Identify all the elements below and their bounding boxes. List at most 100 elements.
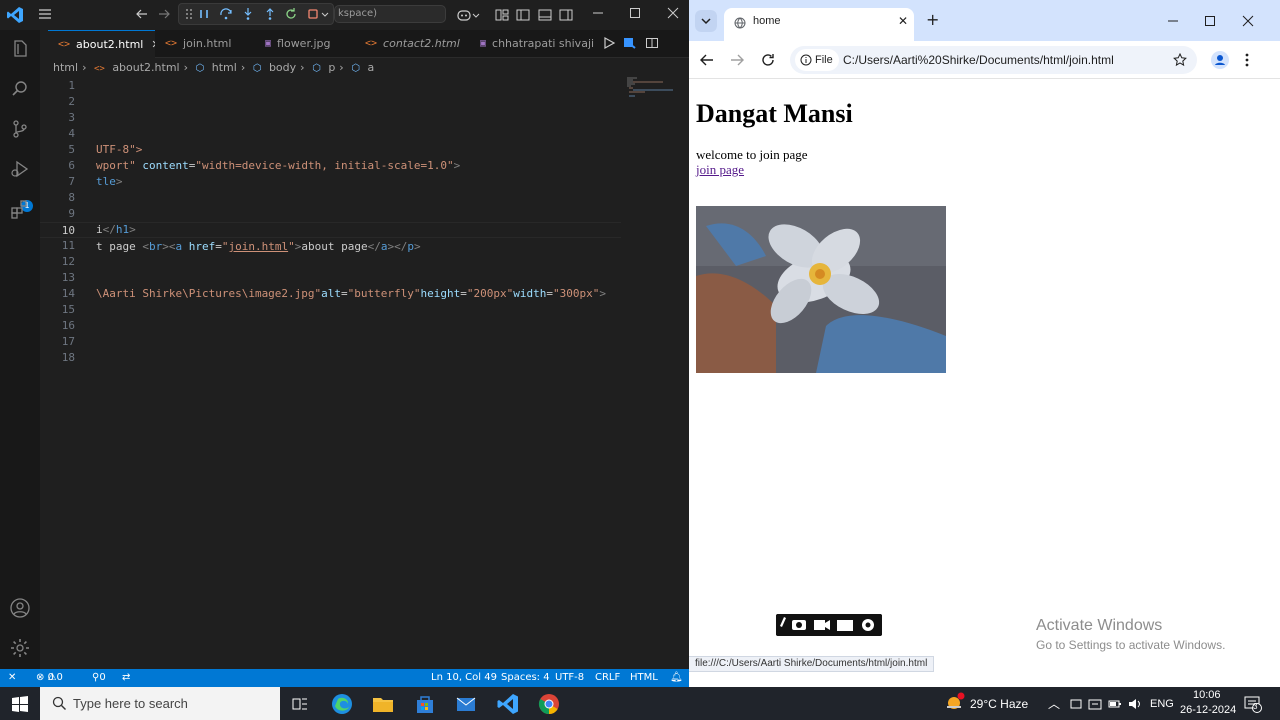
breadcrumb-item[interactable]: html <box>53 61 78 74</box>
battery-icon[interactable] <box>1108 697 1122 711</box>
tab-flower-jpg[interactable]: ▣ flower.jpg <box>255 30 355 58</box>
tab-contact2-html[interactable]: <> contact2.html <box>355 30 470 58</box>
chevron-down-icon[interactable] <box>321 7 329 21</box>
mail-icon[interactable] <box>454 692 478 716</box>
onedrive-icon[interactable] <box>1069 697 1083 711</box>
eol-setting[interactable]: CRLF <box>595 669 620 687</box>
toggle-panel-icon[interactable] <box>537 7 553 23</box>
step-into-icon[interactable] <box>241 7 255 21</box>
toggle-secondary-sidebar-icon[interactable] <box>558 7 574 23</box>
notifications-bell-icon[interactable]: 🔔︎ <box>670 669 683 687</box>
clock-time[interactable]: 10:06 <box>1193 689 1221 701</box>
bookmark-star-icon[interactable] <box>1173 53 1187 67</box>
maximize-icon[interactable] <box>628 6 642 20</box>
menu-icon[interactable] <box>37 6 53 22</box>
forward-arrow-icon[interactable] <box>729 52 745 68</box>
indentation-setting[interactable]: Spaces: 4 <box>501 669 550 687</box>
video-camera-icon <box>814 620 830 630</box>
step-out-icon[interactable] <box>263 7 277 21</box>
join-page-link[interactable]: join page <box>696 162 744 178</box>
command-center-search[interactable]: kspace) <box>334 5 446 23</box>
line-number: 16 <box>61 319 75 332</box>
cursor-position[interactable]: Ln 10, Col 49 <box>431 669 497 687</box>
show-hidden-icons-chevron-icon[interactable]: ︿ <box>1048 695 1060 712</box>
code-line: 7 <box>40 174 621 190</box>
clock-date[interactable]: 26-12-2024 <box>1180 704 1236 716</box>
stop-icon[interactable] <box>306 7 320 21</box>
windows-start-icon[interactable] <box>12 696 28 712</box>
symbol-element-icon: ⬡ <box>195 63 205 74</box>
minimize-icon[interactable] <box>1166 14 1180 28</box>
breadcrumb-item[interactable]: about2.html <box>112 61 179 74</box>
code-editor[interactable]: 1 2 3 4 UTF-8"> 5 wport" content="width=… <box>40 78 621 669</box>
weather-sun-icon[interactable] <box>945 692 965 712</box>
close-tab-icon[interactable]: ✕ <box>898 14 908 28</box>
tab-about2-html[interactable]: <> about2.html ✕ <box>48 30 155 58</box>
address-bar[interactable]: File C:/Users/Aarti%20Shirke/Documents/h… <box>790 46 1197 74</box>
breadcrumb-item[interactable]: p <box>328 61 335 74</box>
settings-gear-icon[interactable] <box>9 637 31 659</box>
drag-handle-icon[interactable] <box>182 7 196 21</box>
chrome-window: home ✕ + File C:/Users/Aarti%20Shirke/Do… <box>689 0 1280 687</box>
vscode-taskbar-icon[interactable] <box>496 692 520 716</box>
tab-search-chevron-icon[interactable] <box>695 10 717 32</box>
split-editor-icon[interactable] <box>645 36 659 50</box>
chrome-taskbar-icon[interactable] <box>537 692 561 716</box>
search-icon[interactable] <box>9 78 31 100</box>
breadcrumb-item[interactable]: body <box>269 61 296 74</box>
code-line: 1 <box>40 78 621 94</box>
close-icon[interactable] <box>1241 14 1255 28</box>
screen-capture-toolbar[interactable] <box>776 614 882 636</box>
volume-icon[interactable] <box>1128 697 1142 711</box>
step-over-icon[interactable] <box>219 7 233 21</box>
line-number: 1 <box>68 79 75 92</box>
breadcrumb-item[interactable]: a <box>367 61 374 74</box>
meet-now-icon[interactable] <box>1088 697 1102 711</box>
toggle-sidebar-icon[interactable] <box>515 7 531 23</box>
taskbar-search-box[interactable]: Type here to search <box>40 687 280 720</box>
more-menu-icon[interactable] <box>1244 51 1250 69</box>
reload-icon[interactable] <box>760 52 776 68</box>
run-file-icon[interactable] <box>602 36 616 50</box>
line-number: 17 <box>61 335 75 348</box>
live-share-icon[interactable]: ⇄ <box>122 669 130 687</box>
language-mode[interactable]: HTML <box>630 669 658 687</box>
encoding-setting[interactable]: UTF-8 <box>555 669 584 687</box>
chevron-down-icon[interactable] <box>472 7 480 23</box>
weather-temperature[interactable]: 29°C Haze <box>970 697 1028 711</box>
code-line: 13 \Aarti Shirke\Pictures\image2.jpg"alt… <box>40 270 621 300</box>
copilot-icon[interactable] <box>456 7 472 23</box>
close-icon[interactable] <box>666 6 680 20</box>
microsoft-store-icon[interactable] <box>413 692 437 716</box>
explorer-icon[interactable] <box>9 38 31 60</box>
tab-chhatrapati-image[interactable]: ▣ chhatrapati shivaji m <box>470 30 598 58</box>
minimap[interactable] <box>625 76 685 106</box>
maximize-icon[interactable] <box>1203 14 1217 28</box>
remote-indicator-icon[interactable]: ✕ <box>8 669 16 687</box>
profile-avatar-icon[interactable] <box>1211 51 1229 69</box>
restart-icon[interactable] <box>284 7 298 21</box>
run-debug-icon[interactable] <box>9 158 31 180</box>
input-language[interactable]: ENG <box>1150 698 1174 710</box>
edge-browser-icon[interactable] <box>330 692 354 716</box>
file-explorer-icon[interactable] <box>371 692 395 716</box>
back-arrow-icon[interactable] <box>699 52 715 68</box>
customize-layout-icon[interactable] <box>494 7 510 23</box>
browser-tab[interactable]: home ✕ <box>724 8 914 41</box>
forward-arrow-icon[interactable] <box>157 7 171 21</box>
open-preview-icon[interactable] <box>623 36 637 50</box>
back-arrow-icon[interactable] <box>135 7 149 21</box>
minimize-icon[interactable] <box>591 6 605 20</box>
accounts-icon[interactable] <box>9 597 31 619</box>
tab-join-html[interactable]: <> join.html <box>155 30 255 58</box>
ports-indicator[interactable]: ⚲ 0 <box>92 669 106 687</box>
breadcrumb-item[interactable]: html <box>212 61 237 74</box>
vscode-window: kspace) 1 <> about2.html ✕ <> join.html <box>0 0 689 687</box>
new-tab-button[interactable]: + <box>926 12 939 28</box>
task-view-icon[interactable] <box>288 692 312 716</box>
pause-icon[interactable] <box>197 7 211 21</box>
extensions-icon[interactable] <box>9 198 31 220</box>
problems-indicator[interactable]: ⊗ 0 ⚠ 0 <box>36 669 63 687</box>
site-info-chip[interactable]: File <box>795 49 839 71</box>
source-control-icon[interactable] <box>9 118 31 140</box>
